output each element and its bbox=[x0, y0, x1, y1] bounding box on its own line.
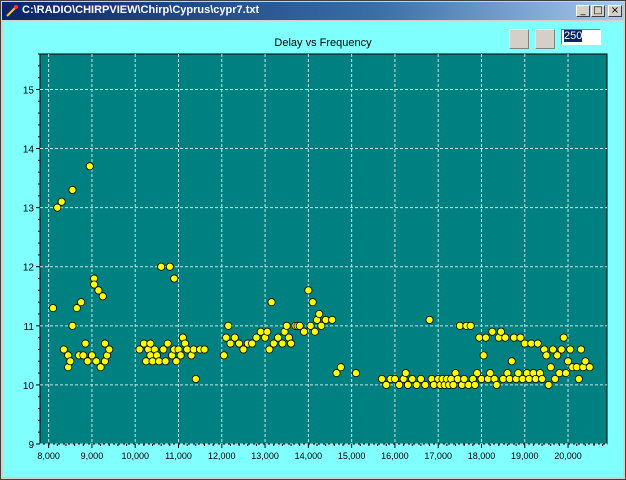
data-point bbox=[85, 162, 94, 171]
y-tick-label: 15 bbox=[23, 85, 35, 96]
data-point bbox=[176, 351, 185, 360]
data-point bbox=[287, 339, 296, 348]
value-input-text: 250 bbox=[564, 30, 583, 42]
data-point bbox=[304, 286, 313, 295]
data-point bbox=[421, 380, 430, 389]
data-point bbox=[577, 345, 586, 354]
data-point bbox=[488, 327, 497, 336]
data-point bbox=[351, 369, 360, 378]
app-window: C:\RADIO\CHIRPVIEW\Chirp\Cyprus\cypr7.tx… bbox=[0, 0, 626, 480]
x-tick-label: 18,000 bbox=[468, 451, 496, 461]
data-point bbox=[165, 262, 174, 271]
data-point bbox=[336, 363, 345, 372]
y-tick-label: 10 bbox=[23, 381, 35, 392]
data-point bbox=[263, 327, 272, 336]
data-point bbox=[68, 185, 77, 194]
x-tick-label: 16,000 bbox=[381, 451, 409, 461]
data-point bbox=[282, 321, 291, 330]
x-tick-label: 19,000 bbox=[511, 451, 539, 461]
data-point bbox=[533, 339, 542, 348]
x-tick-label: 17,000 bbox=[424, 451, 452, 461]
y-tick-label: 14 bbox=[23, 145, 35, 156]
data-point bbox=[57, 197, 66, 206]
data-point bbox=[77, 298, 86, 307]
x-axis: 8,000 9,000 10,000 11,000 12,000 13,000 14,000… bbox=[37, 444, 604, 461]
chart-client-area: 9 10 11 12 13 14 15 8,000 9,000 10,000 11,000 12,0… bbox=[3, 21, 623, 477]
data-point bbox=[48, 304, 57, 313]
data-point bbox=[557, 345, 566, 354]
x-tick-label: 14,000 bbox=[295, 451, 323, 461]
x-tick-label: 8,000 bbox=[37, 451, 60, 461]
data-point bbox=[68, 321, 77, 330]
data-point bbox=[561, 369, 570, 378]
data-point bbox=[161, 357, 170, 366]
data-point bbox=[308, 298, 317, 307]
data-point bbox=[315, 309, 324, 318]
data-point bbox=[300, 327, 309, 336]
chart-title: Delay vs Frequency bbox=[274, 37, 372, 49]
data-point bbox=[574, 374, 583, 383]
data-point bbox=[81, 339, 90, 348]
data-point bbox=[559, 333, 568, 342]
app-icon bbox=[6, 5, 18, 17]
window-title: C:\RADIO\CHIRPVIEW\Chirp\Cyprus\cypr7.tx… bbox=[22, 4, 260, 16]
data-point bbox=[466, 321, 475, 330]
x-tick-label: 9,000 bbox=[81, 451, 104, 461]
x-tick-label: 11,000 bbox=[165, 451, 192, 461]
x-tick-label: 13,000 bbox=[251, 451, 279, 461]
data-point bbox=[585, 363, 594, 372]
data-point bbox=[538, 374, 547, 383]
data-point bbox=[267, 298, 276, 307]
data-point bbox=[200, 345, 209, 354]
data-point bbox=[507, 357, 516, 366]
title-bar[interactable]: C:\RADIO\CHIRPVIEW\Chirp\Cyprus\cypr7.tx… bbox=[2, 2, 624, 20]
data-point bbox=[546, 363, 555, 372]
x-tick-label: 20,000 bbox=[554, 451, 582, 461]
data-point bbox=[170, 274, 179, 283]
data-point bbox=[98, 292, 107, 301]
data-point bbox=[479, 351, 488, 360]
data-point bbox=[278, 339, 287, 348]
scatter-chart: 9 10 11 12 13 14 15 8,000 9,000 10,000 11,000 12,0… bbox=[23, 37, 608, 461]
y-tick-label: 9 bbox=[28, 440, 34, 451]
data-point bbox=[470, 380, 479, 389]
minimize-button[interactable]: _ bbox=[576, 5, 590, 17]
plot-area bbox=[39, 53, 608, 445]
data-point bbox=[219, 351, 228, 360]
data-point bbox=[105, 345, 114, 354]
data-point bbox=[492, 380, 501, 389]
x-tick-label: 12,000 bbox=[208, 451, 236, 461]
data-point bbox=[542, 351, 551, 360]
data-point bbox=[328, 315, 337, 324]
data-point bbox=[310, 327, 319, 336]
data-point bbox=[224, 321, 233, 330]
data-point bbox=[157, 262, 166, 271]
x-tick-label: 15,000 bbox=[338, 451, 366, 461]
data-point bbox=[66, 357, 75, 366]
close-button[interactable]: × bbox=[608, 5, 622, 17]
maximize-button[interactable]: □ bbox=[591, 5, 605, 17]
x-tick-label: 10,000 bbox=[121, 451, 149, 461]
data-point bbox=[566, 345, 575, 354]
data-point bbox=[425, 315, 434, 324]
value-input[interactable]: 250 bbox=[561, 29, 601, 45]
data-point bbox=[544, 380, 553, 389]
data-point bbox=[163, 339, 172, 348]
y-tick-label: 12 bbox=[23, 263, 35, 274]
y-axis: 9 10 11 12 13 14 15 bbox=[23, 53, 40, 451]
data-point bbox=[481, 333, 490, 342]
data-point bbox=[401, 369, 410, 378]
toolbar-button-1[interactable] bbox=[509, 29, 529, 49]
y-tick-label: 11 bbox=[24, 322, 35, 333]
toolbar-button-2[interactable] bbox=[535, 29, 555, 49]
y-tick-label: 13 bbox=[23, 204, 35, 215]
data-point bbox=[501, 333, 510, 342]
data-point bbox=[191, 374, 200, 383]
